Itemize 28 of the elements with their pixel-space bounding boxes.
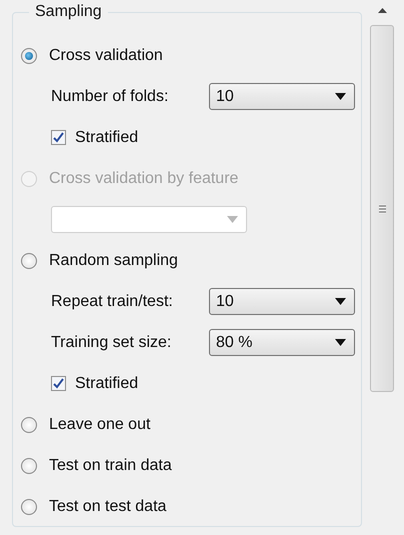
scroll-thumb[interactable] — [370, 25, 394, 392]
option-label: Cross validation by feature — [49, 170, 238, 188]
option-label: Random sampling — [49, 252, 178, 270]
caret-icon — [335, 93, 346, 100]
radio-button[interactable] — [21, 252, 37, 268]
option-label: Test on train data — [49, 456, 172, 474]
field-label: Number of folds: — [51, 88, 170, 106]
group-title: Sampling — [34, 3, 103, 21]
checkbox[interactable] — [51, 130, 66, 145]
option-label: Test on test data — [49, 498, 166, 516]
field-label: Repeat train/test: — [51, 292, 174, 310]
radio-button[interactable] — [21, 498, 37, 514]
dropdown[interactable]: 80 % — [209, 329, 355, 356]
checkbox-label: Stratified — [75, 128, 138, 146]
caret-icon — [335, 339, 346, 346]
option-label: Leave one out — [49, 416, 150, 434]
dropdown[interactable]: 10 — [209, 288, 355, 315]
checkbox[interactable] — [51, 376, 66, 391]
checkbox-label: Stratified — [75, 374, 138, 392]
radio-button[interactable] — [21, 48, 37, 64]
scroll-up-icon[interactable] — [378, 8, 386, 13]
radio-button[interactable] — [21, 458, 37, 474]
field-label: Training set size: — [51, 334, 172, 352]
dropdown[interactable]: 10 — [209, 83, 355, 110]
option-label: Cross validation — [49, 46, 163, 64]
caret-icon — [335, 298, 346, 305]
caret-icon — [227, 216, 238, 223]
radio-button[interactable] — [21, 416, 37, 432]
